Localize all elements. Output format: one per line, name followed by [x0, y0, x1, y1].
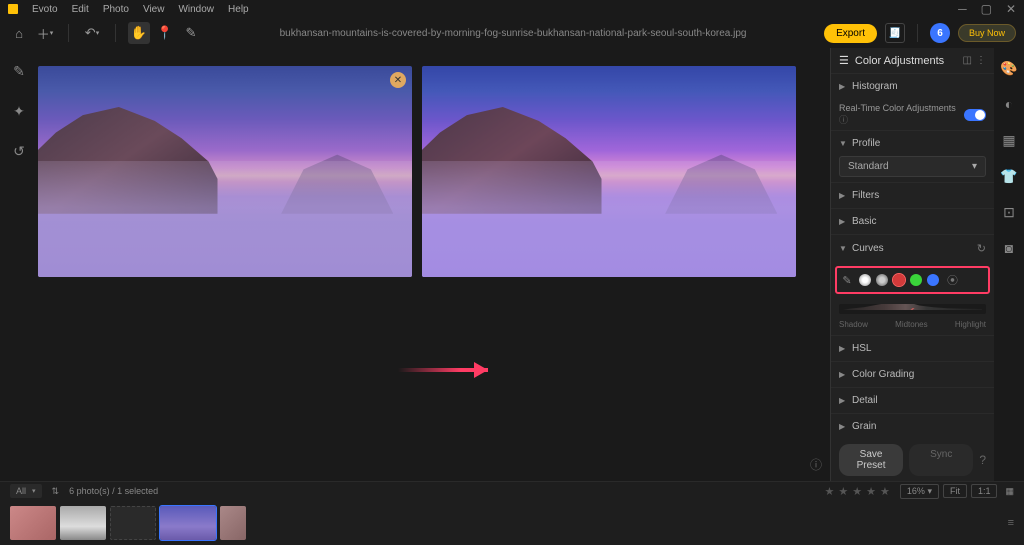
close-icon[interactable]: ✕: [1006, 2, 1016, 16]
rgb-channel[interactable]: [859, 274, 871, 286]
crop-tool-icon[interactable]: ✎: [6, 58, 32, 84]
thumb-4-selected[interactable]: [160, 506, 216, 540]
pencil-icon[interactable]: ✎: [841, 274, 853, 286]
panel-header: ☰ Color Adjustments ◫ ⋮: [831, 48, 994, 73]
red-channel[interactable]: [893, 274, 905, 286]
right-tab-strip: 🎨 ◐ ▦ 👕 ⊡ ◙: [994, 48, 1024, 481]
left-toolbar: ✎ ✦ ↺: [0, 48, 38, 481]
menu-edit[interactable]: Edit: [72, 4, 89, 15]
hand-tool[interactable]: ✋: [128, 22, 150, 44]
window-controls: ─ ▢ ✕: [958, 2, 1016, 16]
thumb-2[interactable]: [60, 506, 106, 540]
compare-icon[interactable]: ◫: [963, 55, 972, 66]
curves-axis-labels: Shadow Midtones Highlight: [831, 320, 994, 335]
filename-label: bukhansan-mountains-is-covered-by-mornin…: [210, 28, 816, 39]
filter-dropdown[interactable]: All ▾: [10, 484, 42, 498]
buy-now-button[interactable]: Buy Now: [958, 24, 1016, 42]
curves-channel-selector: ✎ ⦿: [835, 266, 990, 294]
zoom-value[interactable]: 16% ▾: [900, 484, 939, 499]
thumb-1[interactable]: [10, 506, 56, 540]
home-button[interactable]: ⌂: [8, 22, 30, 44]
globe-tab-icon[interactable]: ◐: [999, 94, 1019, 114]
section-histogram[interactable]: ▶Histogram: [839, 79, 986, 94]
realtime-row: Real-Time Color Adjustments ⓘ: [831, 99, 994, 130]
export-button[interactable]: Export: [824, 24, 877, 43]
canvas-info-icon[interactable]: ⓘ: [810, 456, 822, 473]
section-hsl[interactable]: ▶HSL: [839, 341, 986, 356]
canvas[interactable]: ✕ ⓘ: [38, 48, 830, 481]
filmstrip: ≡: [0, 500, 1024, 545]
curves-graph[interactable]: [839, 304, 986, 314]
panel-title: Color Adjustments: [855, 55, 944, 67]
profile-select[interactable]: Standard▾: [839, 156, 986, 177]
palette-tab-icon[interactable]: 🎨: [999, 58, 1019, 78]
target-icon[interactable]: ⦿: [947, 272, 958, 288]
chevron-down-icon: ▾: [972, 161, 977, 172]
more-icon[interactable]: ⋮: [976, 55, 986, 66]
menu-app[interactable]: Evoto: [32, 4, 58, 15]
add-button[interactable]: ＋▾: [34, 22, 56, 44]
image-tab-icon[interactable]: ▦: [999, 130, 1019, 150]
grid-icon[interactable]: ▦: [1005, 486, 1014, 497]
adjustments-panel: ☰ Color Adjustments ◫ ⋮ ▶Histogram Real-…: [830, 48, 994, 481]
shirt-tab-icon[interactable]: 👕: [999, 166, 1019, 186]
menu-view[interactable]: View: [143, 4, 165, 15]
star-rating[interactable]: ★★★★★: [825, 485, 890, 498]
luma-channel[interactable]: [876, 274, 888, 286]
menu-photo[interactable]: Photo: [103, 4, 129, 15]
section-profile[interactable]: ▼Profile: [839, 136, 986, 151]
section-curves[interactable]: ▼Curves ↻: [839, 240, 986, 257]
pin-tool[interactable]: 📍: [154, 22, 176, 44]
preview-before: ✕: [38, 66, 412, 277]
camera-tab-icon[interactable]: ◙: [999, 238, 1019, 258]
adjust-icon: ☰: [839, 54, 849, 67]
sync-button[interactable]: Sync: [909, 444, 973, 476]
save-preset-button[interactable]: Save Preset: [839, 444, 903, 476]
section-grain[interactable]: ▶Grain: [839, 419, 986, 434]
preview-after: [422, 66, 796, 277]
frame-tab-icon[interactable]: ⊡: [999, 202, 1019, 222]
blue-channel[interactable]: [927, 274, 939, 286]
thumb-5[interactable]: [220, 506, 246, 540]
sort-icon[interactable]: ⇅: [52, 486, 60, 497]
brush-tool[interactable]: ✎: [180, 22, 202, 44]
green-channel[interactable]: [910, 274, 922, 286]
history-tool-icon[interactable]: ↺: [6, 138, 32, 164]
maximize-icon[interactable]: ▢: [981, 2, 992, 16]
receipt-button[interactable]: 🧾: [885, 23, 905, 43]
minimize-icon[interactable]: ─: [958, 2, 967, 16]
main-area: ✎ ✦ ↺ ✕ ⓘ ☰ Color Adjustments ◫ ⋮ ▶Histo…: [0, 48, 1024, 481]
toolbar: ⌂ ＋▾ ↶▾ ✋ 📍 ✎ bukhansan-mountains-is-cov…: [0, 18, 1024, 48]
preset-buttons: Save Preset Sync ?: [831, 439, 994, 481]
section-detail[interactable]: ▶Detail: [839, 393, 986, 408]
menu-window[interactable]: Window: [178, 4, 214, 15]
app-logo: [8, 4, 18, 14]
zoom-fit[interactable]: Fit: [943, 484, 967, 498]
close-compare-icon[interactable]: ✕: [390, 72, 406, 88]
zoom-1to1[interactable]: 1:1: [971, 484, 998, 498]
section-basic[interactable]: ▶Basic: [839, 214, 986, 229]
annotation-arrow: [398, 368, 488, 372]
section-color-grading[interactable]: ▶Color Grading: [839, 367, 986, 382]
filmstrip-bar: All ▾ ⇅ 6 photo(s) / 1 selected ★★★★★ 16…: [0, 481, 1024, 545]
info-icon[interactable]: ⓘ: [839, 115, 848, 125]
collapse-filmstrip-icon[interactable]: ≡: [1008, 517, 1014, 529]
user-avatar[interactable]: 6: [930, 23, 950, 43]
thumb-3[interactable]: [110, 506, 156, 540]
section-filters[interactable]: ▶Filters: [839, 188, 986, 203]
undo-button[interactable]: ↶▾: [81, 22, 103, 44]
menubar: Evoto Edit Photo View Window Help ─ ▢ ✕: [0, 0, 1024, 18]
reset-curves-icon[interactable]: ↻: [977, 242, 986, 255]
sparkle-tool-icon[interactable]: ✦: [6, 98, 32, 124]
help-icon[interactable]: ?: [979, 453, 986, 467]
photo-count: 6 photo(s) / 1 selected: [69, 486, 158, 496]
realtime-toggle[interactable]: [964, 109, 986, 121]
menu-help[interactable]: Help: [228, 4, 249, 15]
